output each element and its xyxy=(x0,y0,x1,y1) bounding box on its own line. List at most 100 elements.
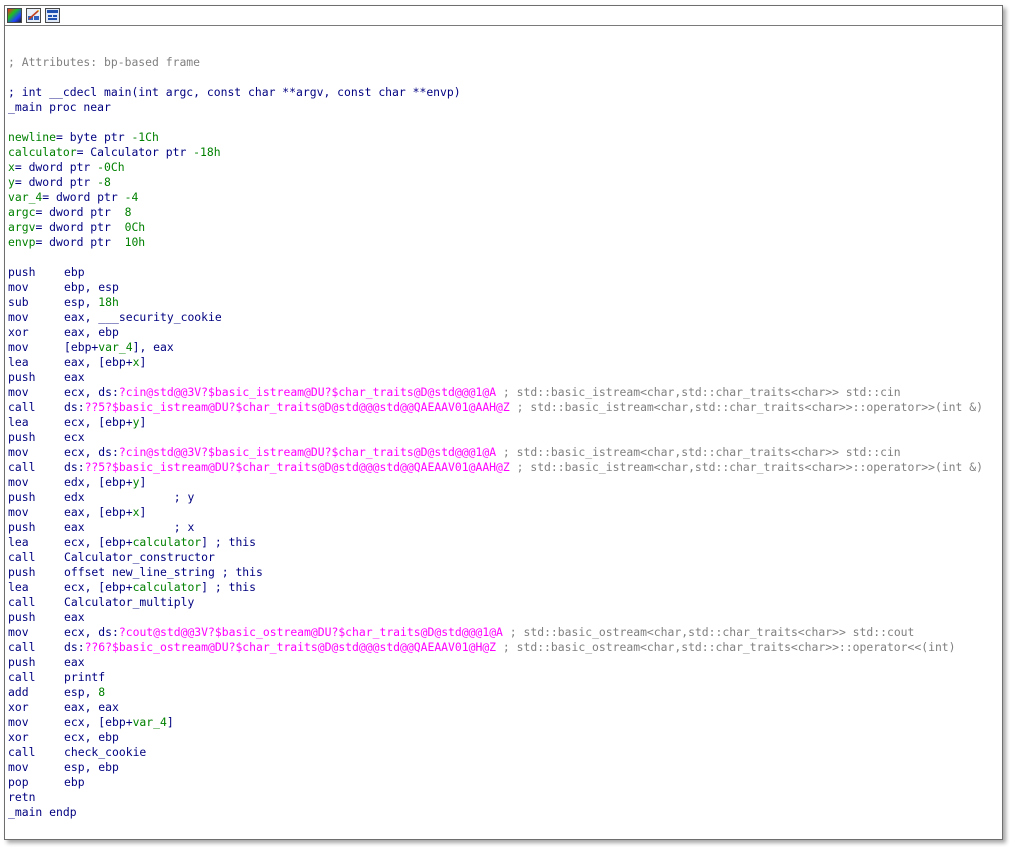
code-line[interactable]: call ds:??6?$basic_ostream@DU?$char_trait… xyxy=(8,640,1002,655)
code-token: ??5?$basic_istream@DU?$char_traits@D@std… xyxy=(84,460,510,474)
code-token: eax xyxy=(64,610,85,624)
code-line[interactable]: lea ecx, [ebp+y] xyxy=(8,415,1002,430)
code-line[interactable] xyxy=(8,250,1002,265)
code-token: ??6?$basic_ostream@DU?$char_traits@D@std… xyxy=(84,640,497,654)
code-line[interactable]: mov edx, [ebp+y] xyxy=(8,475,1002,490)
code-line[interactable]: push ebp xyxy=(8,265,1002,280)
code-line[interactable]: mov esp, ebp xyxy=(8,760,1002,775)
code-token: = dword ptr xyxy=(14,160,98,174)
code-line[interactable]: mov ebp, esp xyxy=(8,280,1002,295)
code-line[interactable]: xor eax, eax xyxy=(8,700,1002,715)
code-line[interactable]: sub esp, 18h xyxy=(8,295,1002,310)
graph-view-icon[interactable] xyxy=(45,8,60,23)
code-line[interactable]: lea eax, [ebp+x] xyxy=(8,355,1002,370)
code-line[interactable]: _main endp xyxy=(8,805,1002,820)
mnemonic: call xyxy=(8,400,36,414)
code-token: ecx, [ebp+ xyxy=(64,415,133,429)
code-token: ; std::basic_istream<char,std::char_trai… xyxy=(496,445,901,459)
mnemonic: call xyxy=(8,745,36,759)
code-line[interactable] xyxy=(8,40,1002,55)
mnemonic: call xyxy=(8,460,36,474)
code-line[interactable]: mov ecx, ds:?cin@std@@3V?$basic_istream@D… xyxy=(8,385,1002,400)
code-token: var_4 xyxy=(8,190,43,204)
code-line[interactable] xyxy=(8,70,1002,85)
code-line[interactable]: xor eax, ebp xyxy=(8,325,1002,340)
code-line[interactable]: push ecx xyxy=(8,430,1002,445)
code-line[interactable]: lea ecx, [ebp+calculator] ; this xyxy=(8,580,1002,595)
code-token: ds: xyxy=(64,400,85,414)
code-line[interactable]: var_4= dword ptr -4 xyxy=(8,190,1002,205)
code-token: ; std::basic_istream<char,std::char_trai… xyxy=(509,460,983,474)
code-line[interactable]: mov ecx, [ebp+var_4] xyxy=(8,715,1002,730)
code-token: eax, eax xyxy=(64,700,119,714)
code-line[interactable]: mov eax, ___security_cookie xyxy=(8,310,1002,325)
code-line[interactable]: push eax xyxy=(8,370,1002,385)
mnemonic: mov xyxy=(8,760,29,774)
mnemonic: retn xyxy=(8,790,36,804)
code-line[interactable]: call Calculator_constructor xyxy=(8,550,1002,565)
code-line[interactable]: calculator= Calculator ptr -18h xyxy=(8,145,1002,160)
code-line[interactable]: push offset new_line_string ; this xyxy=(8,565,1002,580)
code-token: -18h xyxy=(193,145,221,159)
code-line[interactable]: pop ebp xyxy=(8,775,1002,790)
code-token: eax, ___security_cookie xyxy=(64,310,222,324)
code-line[interactable] xyxy=(8,115,1002,130)
code-line[interactable]: newline= byte ptr -1Ch xyxy=(8,130,1002,145)
code-token: = Calculator ptr xyxy=(76,145,194,159)
code-line[interactable]: push edx ; y xyxy=(8,490,1002,505)
mnemonic: mov xyxy=(8,340,29,354)
code-token: calculator xyxy=(132,535,202,549)
disassembly-listing[interactable]: ; Attributes: bp-based frame ; int __cde… xyxy=(8,40,1002,820)
code-token: envp xyxy=(8,235,36,249)
code-token: ] xyxy=(139,475,147,489)
code-token: ebp xyxy=(64,775,85,789)
code-token: ; std::basic_ostream<char,std::char_trai… xyxy=(496,640,956,654)
code-line[interactable]: mov ecx, ds:?cin@std@@3V?$basic_istream@D… xyxy=(8,445,1002,460)
code-line[interactable]: call ds:??5?$basic_istream@DU?$char_trait… xyxy=(8,460,1002,475)
code-line[interactable]: argc= dword ptr 8 xyxy=(8,205,1002,220)
code-line[interactable]: push eax xyxy=(8,610,1002,625)
code-token: x xyxy=(8,160,15,174)
code-line[interactable]: call printf xyxy=(8,670,1002,685)
code-line[interactable]: xor ecx, ebp xyxy=(8,730,1002,745)
code-line[interactable]: retn xyxy=(8,790,1002,805)
code-token: ds: xyxy=(64,640,85,654)
code-line[interactable]: call Calculator_multiply xyxy=(8,595,1002,610)
mnemonic: push xyxy=(8,490,36,504)
code-line[interactable]: ; Attributes: bp-based frame xyxy=(8,55,1002,70)
mnemonic: add xyxy=(8,685,29,699)
code-line[interactable]: x= dword ptr -0Ch xyxy=(8,160,1002,175)
code-token: ] xyxy=(139,415,147,429)
code-token: = dword ptr xyxy=(35,235,125,249)
code-token: eax xyxy=(64,370,85,384)
code-token: esp, xyxy=(64,685,99,699)
code-line[interactable]: add esp, 8 xyxy=(8,685,1002,700)
code-line[interactable]: mov eax, [ebp+x] xyxy=(8,505,1002,520)
mnemonic: call xyxy=(8,640,36,654)
code-line[interactable]: mov [ebp+var_4], eax xyxy=(8,340,1002,355)
mnemonic: lea xyxy=(8,535,29,549)
code-line[interactable]: lea ecx, [ebp+calculator] ; this xyxy=(8,535,1002,550)
code-token: ecx, ds: xyxy=(64,625,119,639)
code-token: ebp, esp xyxy=(64,280,119,294)
code-token: ecx, [ebp+ xyxy=(64,580,133,594)
code-line[interactable]: push eax ; x xyxy=(8,520,1002,535)
edit-graph-icon[interactable] xyxy=(26,8,41,23)
code-token: ; std::basic_istream<char,std::char_trai… xyxy=(509,400,983,414)
code-token: ecx, ds: xyxy=(64,385,119,399)
code-token: eax, [ebp+ xyxy=(64,355,133,369)
graph-toolbar xyxy=(5,6,1002,26)
code-line[interactable]: push eax xyxy=(8,655,1002,670)
code-line[interactable]: envp= dword ptr 10h xyxy=(8,235,1002,250)
code-token: ecx, [ebp+ xyxy=(64,715,133,729)
code-line[interactable]: mov ecx, ds:?cout@std@@3V?$basic_ostream@… xyxy=(8,625,1002,640)
code-line[interactable]: call check_cookie xyxy=(8,745,1002,760)
graph-colors-icon[interactable] xyxy=(7,8,22,23)
code-line[interactable]: call ds:??5?$basic_istream@DU?$char_trait… xyxy=(8,400,1002,415)
code-line[interactable]: _main proc near xyxy=(8,100,1002,115)
code-line[interactable]: argv= dword ptr 0Ch xyxy=(8,220,1002,235)
code-line[interactable]: y= dword ptr -8 xyxy=(8,175,1002,190)
code-line[interactable]: ; int __cdecl main(int argc, const char … xyxy=(8,85,1002,100)
code-token: 8 xyxy=(98,685,106,699)
mnemonic: xor xyxy=(8,700,29,714)
